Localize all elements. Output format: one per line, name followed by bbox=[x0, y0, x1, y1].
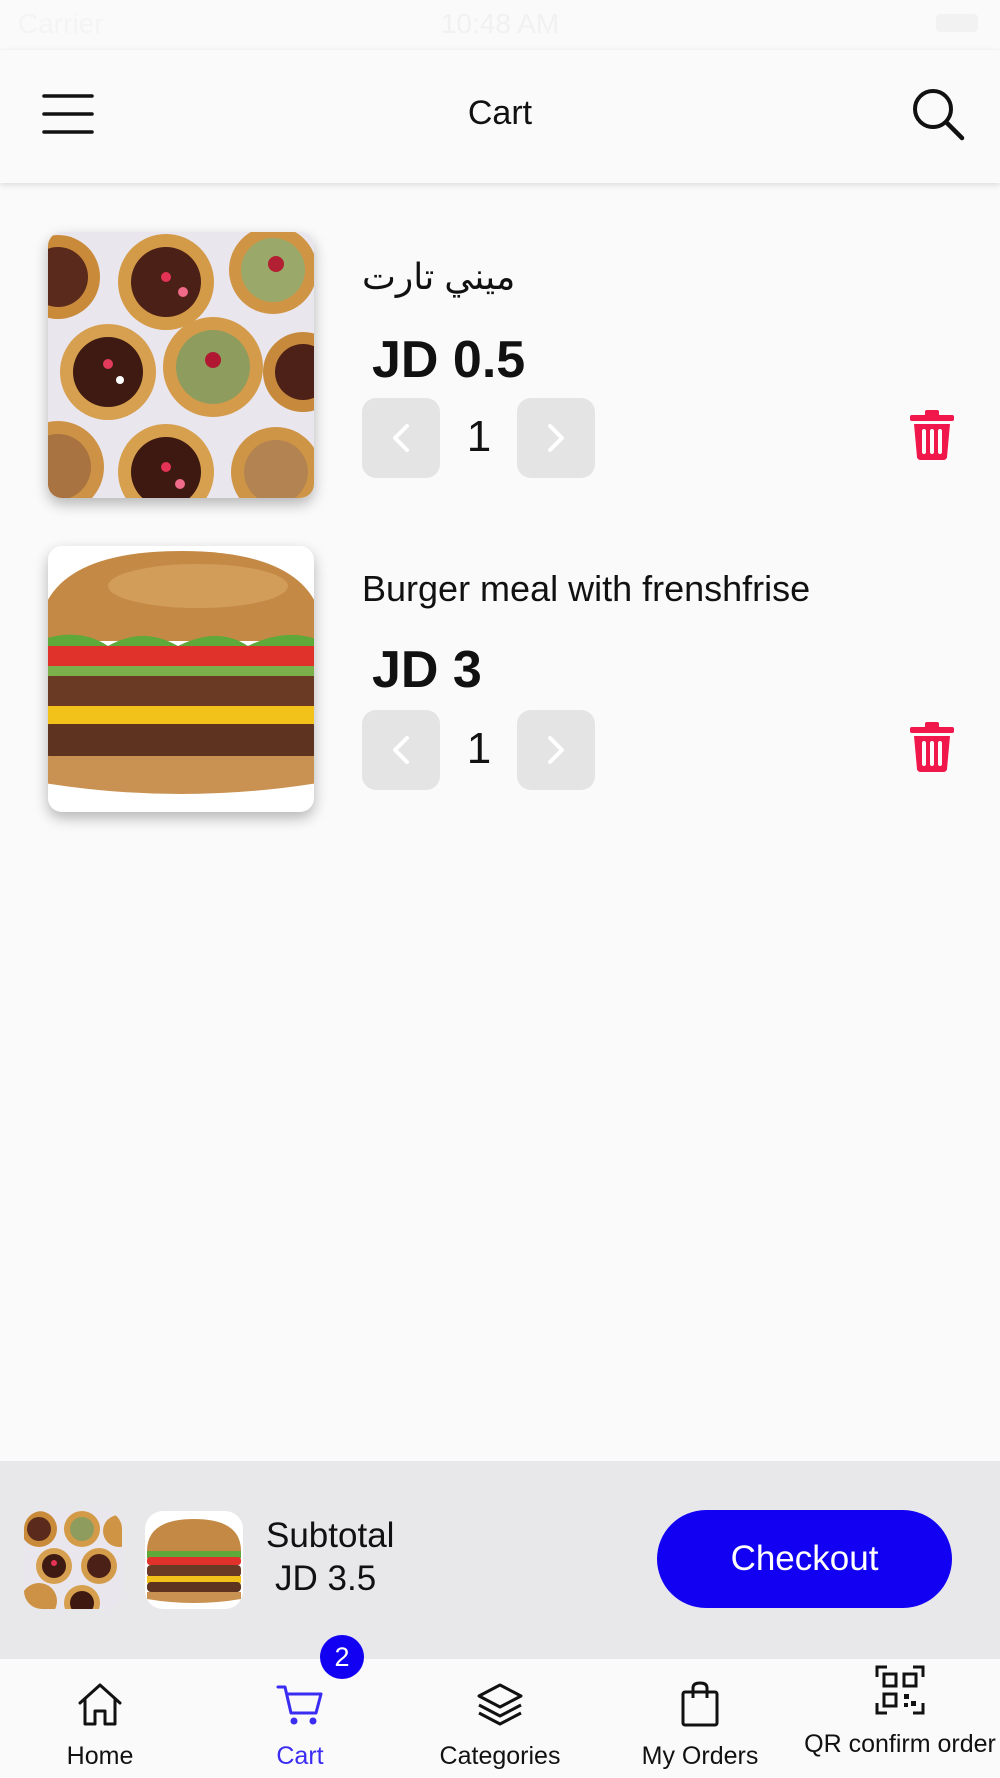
cart-count-badge: 2 bbox=[320, 1635, 364, 1679]
tab-label: QR confirm order bbox=[804, 1730, 996, 1758]
cart-icon bbox=[276, 1685, 323, 1725]
cart-summary-bar: Subtotal JD 3.5 Checkout bbox=[0, 1461, 1000, 1659]
quantity-value: 1 bbox=[466, 724, 492, 773]
shopping-bag-icon bbox=[681, 1681, 719, 1727]
summary-thumbnail-mini-tart bbox=[24, 1511, 122, 1609]
item-name: Burger meal with frenshfrise bbox=[362, 568, 811, 609]
battery-icon bbox=[936, 14, 978, 32]
delete-item-button[interactable] bbox=[910, 722, 954, 772]
cart-item: ميني تارت JD 0.5 1 bbox=[0, 232, 1000, 502]
tab-label: My Orders bbox=[641, 1742, 759, 1770]
tab-categories[interactable]: Categories bbox=[400, 1659, 600, 1778]
item-price: JD 0.5 bbox=[372, 331, 526, 389]
subtotal-label: Subtotal bbox=[266, 1516, 395, 1555]
decrease-quantity-button[interactable] bbox=[362, 710, 440, 790]
page-title: Cart bbox=[467, 94, 533, 132]
increase-quantity-button[interactable] bbox=[517, 710, 595, 790]
chevron-right-icon bbox=[548, 736, 564, 764]
subtotal-value: JD 3.5 bbox=[275, 1559, 377, 1598]
increase-quantity-button[interactable] bbox=[517, 398, 595, 478]
tab-bar: Home Cart 2 Categories My Orders QR conf… bbox=[0, 1635, 1000, 1778]
nav-bar: Cart bbox=[0, 50, 1000, 183]
tab-label: Categories bbox=[439, 1742, 561, 1770]
product-image-burger[interactable] bbox=[48, 546, 314, 812]
summary-thumbnail-burger bbox=[145, 1511, 243, 1609]
home-icon bbox=[78, 1683, 122, 1726]
delete-item-button[interactable] bbox=[910, 410, 954, 460]
decrease-quantity-button[interactable] bbox=[362, 398, 440, 478]
trash-icon bbox=[910, 410, 954, 460]
tab-qr-confirm-order[interactable]: QR confirm order bbox=[800, 1659, 1000, 1778]
chevron-left-icon bbox=[393, 736, 409, 764]
checkout-button[interactable]: Checkout bbox=[657, 1510, 952, 1608]
search-button[interactable] bbox=[910, 86, 966, 142]
status-bar: Carrier 10:48 AM bbox=[0, 0, 1000, 50]
tab-label: Cart bbox=[276, 1742, 324, 1770]
product-image-mini-tart[interactable] bbox=[48, 232, 314, 498]
search-icon bbox=[913, 89, 965, 141]
status-time: 10:48 AM bbox=[440, 8, 560, 39]
trash-icon bbox=[910, 722, 954, 772]
tab-cart[interactable]: Cart bbox=[200, 1659, 400, 1778]
cart-item: Burger meal with frenshfrise JD 3 1 bbox=[0, 546, 1000, 816]
layers-icon bbox=[477, 1683, 523, 1726]
chevron-left-icon bbox=[393, 424, 409, 452]
chevron-right-icon bbox=[548, 424, 564, 452]
quantity-value: 1 bbox=[466, 412, 492, 461]
tab-my-orders[interactable]: My Orders bbox=[600, 1659, 800, 1778]
qr-code-icon bbox=[875, 1665, 925, 1715]
item-name: ميني تارت bbox=[362, 256, 516, 297]
tab-label: Home bbox=[66, 1742, 134, 1770]
tab-home[interactable]: Home bbox=[0, 1659, 200, 1778]
item-price: JD 3 bbox=[372, 641, 482, 699]
